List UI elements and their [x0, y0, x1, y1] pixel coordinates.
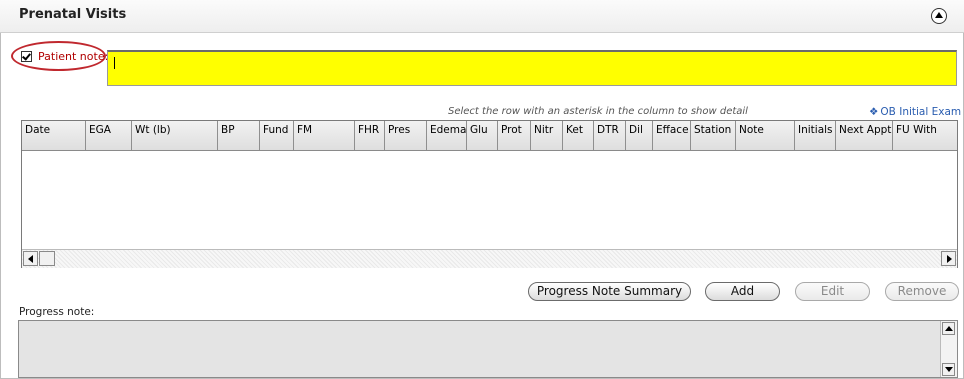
- progress-note-textarea[interactable]: [18, 320, 958, 378]
- column-header[interactable]: FM: [294, 121, 355, 150]
- column-header[interactable]: Efface: [653, 121, 691, 150]
- scroll-right-icon[interactable]: [941, 251, 956, 266]
- column-header[interactable]: EGA: [86, 121, 132, 150]
- scroll-up-icon[interactable]: [942, 322, 955, 335]
- progress-note-label: Progress note:: [19, 306, 95, 318]
- chevron-up-circle-icon[interactable]: [931, 8, 947, 24]
- column-header[interactable]: FHR: [355, 121, 385, 150]
- grid-hint-text: Select the row with an asterisk in the c…: [448, 106, 748, 117]
- horizontal-scrollbar[interactable]: [22, 249, 957, 268]
- column-header[interactable]: Prot: [498, 121, 531, 150]
- column-header[interactable]: Ket: [563, 121, 594, 150]
- ob-initial-exam-link[interactable]: ❖ OB Initial Exam: [869, 106, 961, 118]
- column-header[interactable]: Note: [736, 121, 795, 150]
- column-header[interactable]: Glu: [467, 121, 498, 150]
- column-header[interactable]: Fund: [260, 121, 294, 150]
- column-header[interactable]: Initials: [795, 121, 836, 150]
- scroll-left-icon[interactable]: [23, 251, 38, 266]
- column-header[interactable]: Nitr: [531, 121, 563, 150]
- section-title: Prenatal Visits: [19, 7, 127, 22]
- section-header: Prenatal Visits: [0, 0, 964, 33]
- column-header[interactable]: Edema: [427, 121, 467, 150]
- remove-button[interactable]: Remove: [885, 282, 959, 301]
- add-button[interactable]: Add: [705, 282, 780, 301]
- column-header[interactable]: Next Appt: [836, 121, 893, 150]
- patient-note-checkbox[interactable]: [21, 51, 32, 62]
- column-header[interactable]: DTR: [594, 121, 626, 150]
- ob-initial-exam-label: OB Initial Exam: [880, 106, 962, 118]
- edit-button[interactable]: Edit: [795, 282, 870, 301]
- patient-note-input[interactable]: [107, 50, 957, 86]
- text-caret: [114, 57, 115, 69]
- prenatal-visits-grid[interactable]: Date EGA Wt (lb) BP Fund FM FHR Pres Ede…: [21, 120, 958, 268]
- patient-note-label: Patient note:: [38, 50, 109, 63]
- diamond-icon: ❖: [869, 106, 879, 118]
- column-header[interactable]: Wt (lb): [132, 121, 218, 150]
- column-header[interactable]: FU With: [893, 121, 957, 150]
- column-header[interactable]: BP: [218, 121, 260, 150]
- grid-header: Date EGA Wt (lb) BP Fund FM FHR Pres Ede…: [22, 121, 957, 151]
- progress-note-summary-button[interactable]: Progress Note Summary: [528, 282, 691, 301]
- column-header[interactable]: Station: [691, 121, 736, 150]
- column-header[interactable]: Dil: [626, 121, 653, 150]
- vertical-scrollbar[interactable]: [940, 321, 957, 377]
- scroll-down-icon[interactable]: [942, 363, 955, 376]
- scroll-thumb[interactable]: [39, 251, 55, 266]
- column-header[interactable]: Date: [22, 121, 86, 150]
- column-header[interactable]: Pres: [385, 121, 427, 150]
